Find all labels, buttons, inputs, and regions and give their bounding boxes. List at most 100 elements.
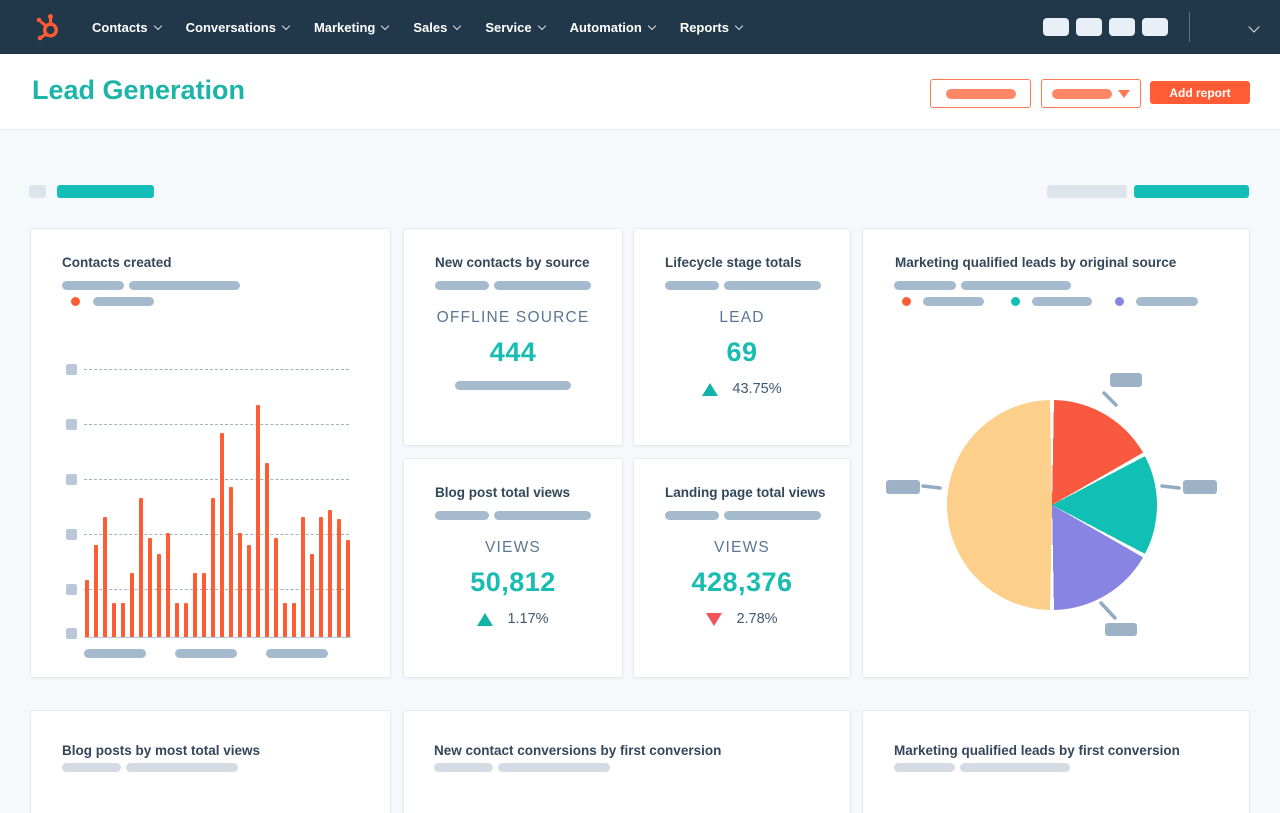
delta-up-icon <box>477 612 494 626</box>
delta-value: 43.75% <box>732 381 782 397</box>
placeholder-pill <box>62 763 121 772</box>
card-subtitle-placeholder <box>62 281 240 290</box>
nav-divider <box>1188 12 1190 42</box>
placeholder-pill <box>126 763 238 772</box>
metric-label: VIEWS <box>485 539 541 556</box>
bar <box>166 533 170 638</box>
card-new-contact-conversions[interactable]: New contact conversions by first convers… <box>403 710 851 813</box>
nav-item-service[interactable]: Service <box>485 20 546 35</box>
header-dropdown-button[interactable] <box>1041 79 1141 108</box>
page-header: Lead Generation Add report <box>0 54 1280 130</box>
card-new-contacts-by-source[interactable]: New contacts by source OFFLINE SOURCE 44… <box>403 228 623 446</box>
placeholder-pill <box>435 281 489 290</box>
nav-item-automation[interactable]: Automation <box>570 20 657 35</box>
placeholder-pill <box>494 511 591 520</box>
placeholder-pill <box>434 763 493 772</box>
card-contacts-created[interactable]: Contacts created <box>30 228 391 678</box>
bar <box>265 463 269 638</box>
bar <box>202 573 206 638</box>
placeholder-pill <box>894 281 956 290</box>
placeholder-pill <box>129 281 240 290</box>
card-title: Lifecycle stage totals <box>665 255 802 270</box>
y-axis-tick-placeholder <box>66 584 77 595</box>
metric-value: 50,812 <box>470 567 556 597</box>
filter-chip-right-teal[interactable] <box>1134 185 1249 198</box>
card-subtitle-placeholder <box>435 281 591 290</box>
delta-value: 2.78% <box>736 611 778 627</box>
placeholder-pill <box>724 281 821 290</box>
card-landing-page-total-views[interactable]: Landing page total views VIEWS 428,376 2… <box>633 458 851 678</box>
placeholder-pill <box>62 281 124 290</box>
nav-item-sales[interactable]: Sales <box>413 19 462 35</box>
nav-item-label: Reports <box>679 19 729 35</box>
add-report-button[interactable]: Add report <box>1150 81 1250 104</box>
chevron-down-icon <box>281 21 291 30</box>
bar <box>157 554 161 638</box>
hubspot-logo-icon[interactable] <box>34 13 62 41</box>
placeholder-pill <box>494 281 591 290</box>
header-action-button-1[interactable] <box>930 79 1031 108</box>
card-blog-post-total-views[interactable]: Blog post total views VIEWS 50,812 1.17% <box>403 458 623 678</box>
bar <box>112 603 116 638</box>
nav-actions <box>1036 0 1280 54</box>
legend-label-placeholder <box>1032 297 1092 306</box>
y-axis-tick-placeholder <box>66 474 77 485</box>
x-axis-label-placeholder <box>175 649 237 658</box>
chevron-down-icon <box>647 21 657 30</box>
y-axis-tick-placeholder <box>66 364 77 375</box>
metric-footer-placeholder <box>404 381 622 390</box>
nav-action-placeholder-3[interactable] <box>1108 18 1135 36</box>
bar <box>283 603 287 638</box>
pie-legend <box>902 297 1198 306</box>
bar <box>184 603 188 638</box>
bar <box>139 498 143 638</box>
button-label-placeholder <box>1052 88 1112 99</box>
metric-value: 444 <box>489 337 537 367</box>
placeholder-pill <box>455 381 571 390</box>
bar <box>292 603 296 638</box>
nav-action-placeholder-2[interactable] <box>1075 18 1102 36</box>
bar <box>247 545 251 638</box>
metric-delta: 1.17% <box>404 611 622 627</box>
filter-chip-small[interactable] <box>29 185 46 198</box>
nav-item-contacts[interactable]: Contacts <box>92 20 162 35</box>
card-lifecycle-stage-totals[interactable]: Lifecycle stage totals LEAD 69 43.75% <box>633 228 851 446</box>
chevron-down-icon <box>153 21 162 30</box>
filter-chip-right-gray[interactable] <box>1047 185 1127 198</box>
nav-action-placeholder-1[interactable] <box>1042 18 1069 36</box>
nav-item-label: Sales <box>413 19 448 35</box>
metric-value: 69 <box>726 337 758 367</box>
legend-dot-icon <box>902 297 911 306</box>
card-blog-posts-by-most-total-views[interactable]: Blog posts by most total views <box>30 710 391 813</box>
bar <box>229 487 233 638</box>
bar <box>256 405 260 638</box>
page-title: Lead Generation <box>32 75 246 105</box>
nav-item-reports[interactable]: Reports <box>679 19 744 35</box>
card-title: New contacts by source <box>435 255 590 270</box>
nav-item-marketing[interactable]: Marketing <box>313 19 390 35</box>
filter-chip-left[interactable] <box>57 185 154 198</box>
placeholder-pill <box>498 763 610 772</box>
bar <box>103 517 107 638</box>
nav-item-label: Marketing <box>313 19 376 35</box>
legend-label-placeholder <box>923 297 984 306</box>
chevron-down-icon <box>453 21 462 30</box>
card-title: New contact conversions by first convers… <box>434 743 722 758</box>
x-axis-label-placeholder <box>84 649 146 658</box>
card-mql-by-original-source[interactable]: Marketing qualified leads by original so… <box>862 228 1250 678</box>
account-chevron-down-icon[interactable] <box>1248 21 1260 33</box>
card-title: Marketing qualified leads by first conve… <box>894 743 1180 758</box>
nav-item-conversations[interactable]: Conversations <box>186 20 291 35</box>
x-axis-labels <box>84 649 351 658</box>
button-label-placeholder <box>945 88 1016 99</box>
y-axis-tick-placeholder <box>66 529 77 540</box>
card-subtitle-placeholder <box>435 511 591 520</box>
card-mql-by-first-conversion[interactable]: Marketing qualified leads by first conve… <box>862 710 1250 813</box>
chevron-down-icon <box>381 21 390 30</box>
metric-label: OFFLINE SOURCE <box>436 309 590 326</box>
x-axis-label-placeholder <box>266 649 328 658</box>
nav-action-placeholder-4[interactable] <box>1141 18 1168 36</box>
legend-dot-icon <box>1115 297 1124 306</box>
card-subtitle-placeholder <box>62 763 238 772</box>
bar <box>346 540 350 638</box>
